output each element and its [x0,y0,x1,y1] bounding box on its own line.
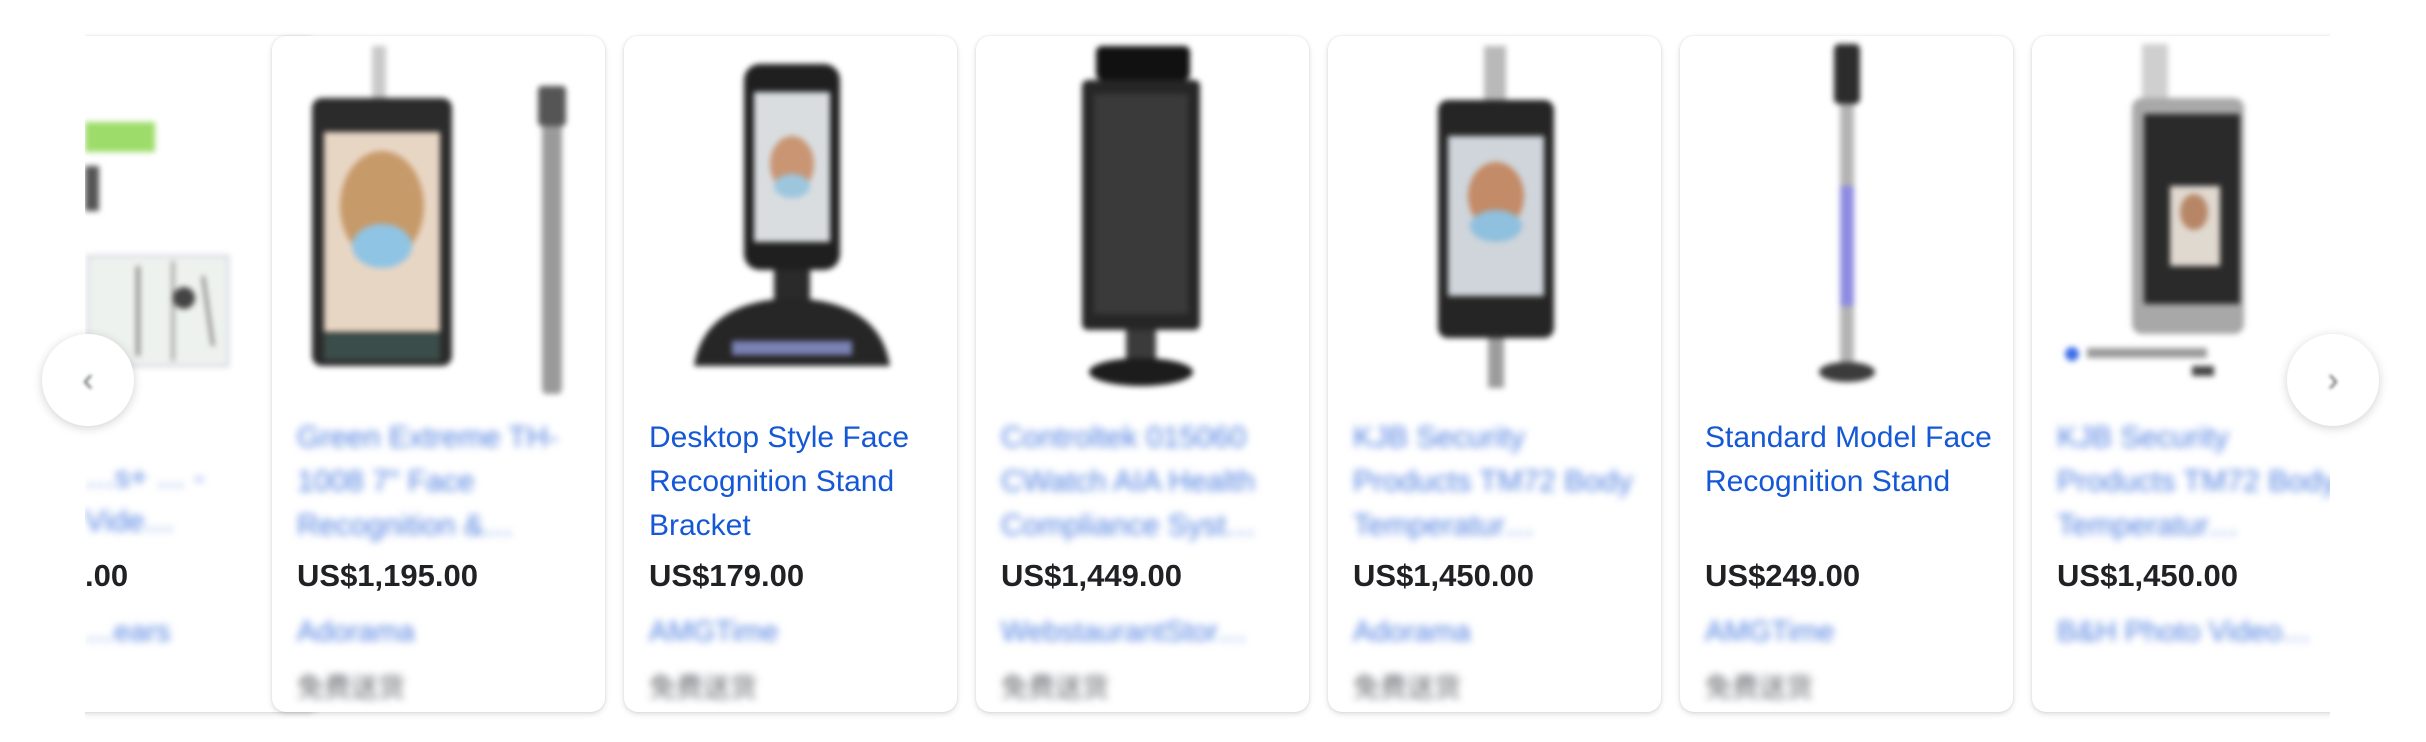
shipping-label: 免费送货 [1353,673,1461,703]
product-card[interactable]: Green Extreme TH-1008 7" Face Recognitio… [272,36,605,712]
product-image[interactable] [1328,36,1661,394]
product-price: US$179.00 [649,558,805,593]
product-image[interactable] [2032,36,2330,394]
product-price: US$1,449.00 [1001,558,1182,593]
merchant-name[interactable]: AMGTime [649,616,778,649]
merchant-name[interactable]: WebstaurantStor… [1001,616,1247,649]
merchant-name[interactable]: …ears [85,616,170,649]
product-image[interactable] [1680,36,2013,394]
product-title[interactable]: KJB Security Products TM72 Body Temperat… [2057,416,2330,548]
merchant-name[interactable]: Adorama [1353,616,1471,649]
product-price: .00 [85,558,129,593]
product-image[interactable] [272,36,605,394]
shipping-label: 免费送货 [649,673,757,703]
shipping-label: 免费送货 [1001,673,1109,703]
product-title[interactable]: Desktop Style Face Recognition Stand Bra… [649,416,939,548]
product-card[interactable]: KJB Security Products TM72 Body Temperat… [2032,36,2330,712]
product-title[interactable]: Controltek 015060 CWatch AIA Health Comp… [1001,416,1291,548]
carousel-prev-button[interactable]: ‹ [42,334,134,426]
product-title[interactable]: Standard Model Face Recognition Stand [1705,416,1995,504]
product-price: US$1,450.00 [2057,558,2238,593]
shipping-label: 免费送货 [1705,673,1813,703]
chevron-right-icon: › [2327,360,2339,399]
product-price: US$1,450.00 [1353,558,1534,593]
product-image[interactable] [624,36,957,394]
product-image[interactable] [976,36,1309,394]
product-card[interactable]: Standard Model Face Recognition Stand US… [1680,36,2013,712]
merchant-name[interactable]: AMGTime [1705,616,1834,649]
product-title[interactable]: Green Extreme TH-1008 7" Face Recognitio… [297,416,587,548]
product-carousel: …s+ … - Vide… .00 …ears Green Extreme TH… [85,20,2330,720]
product-card[interactable]: KJB Security Products TM72 Body Temperat… [1328,36,1661,712]
product-card[interactable]: Desktop Style Face Recognition Stand Bra… [624,36,957,712]
product-price: US$1,195.00 [297,558,478,593]
product-title[interactable]: …s+ … - Vide… [85,456,285,544]
merchant-name[interactable]: Adorama [297,616,415,649]
shipping-label: 免费送货 [297,673,405,703]
product-title[interactable]: KJB Security Products TM72 Body Temperat… [1353,416,1643,548]
merchant-name[interactable]: B&H Photo Video… [2057,616,2311,649]
chevron-left-icon: ‹ [82,360,94,399]
product-card[interactable]: Controltek 015060 CWatch AIA Health Comp… [976,36,1309,712]
carousel-next-button[interactable]: › [2287,334,2379,426]
product-price: US$249.00 [1705,558,1861,593]
